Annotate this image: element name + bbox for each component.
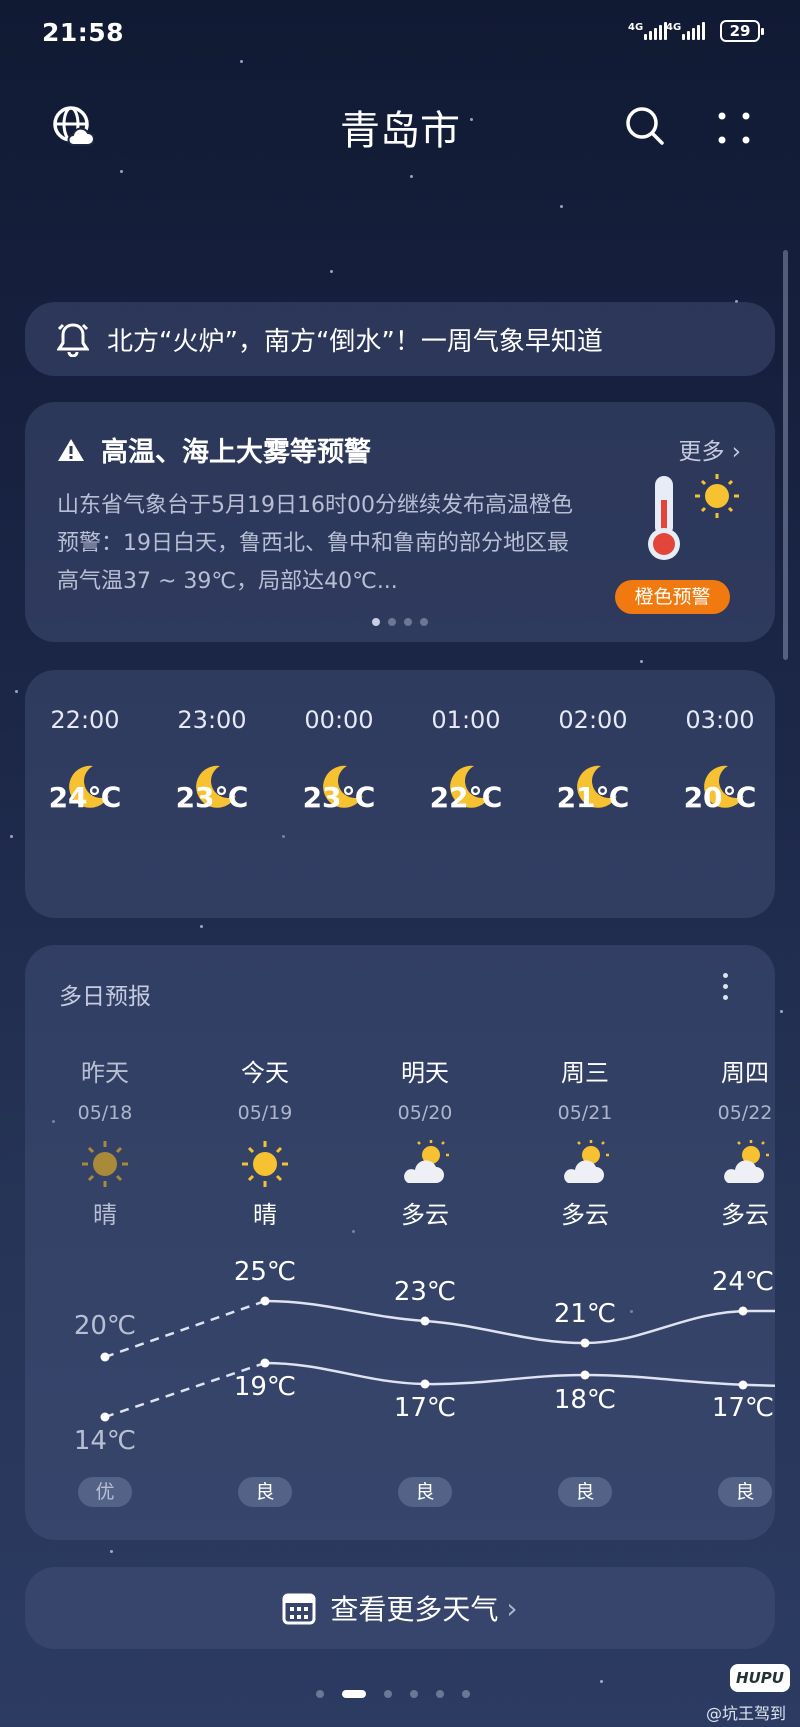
hour-temp: 21℃ bbox=[556, 781, 630, 814]
hour-item: 01:00 bbox=[431, 706, 501, 734]
hourly-forecast[interactable]: 22:00 23:00 00:00 01:00 02:00 03:00 24℃ … bbox=[25, 670, 775, 918]
aqi-badge: 良 bbox=[558, 1477, 612, 1507]
hour-item: 03:00 bbox=[685, 706, 755, 734]
hour-temp: 24℃ bbox=[48, 781, 122, 814]
alert-level-badge: 橙色预警 bbox=[615, 580, 730, 614]
low-point bbox=[260, 1358, 270, 1368]
low-temp: 17℃ bbox=[393, 1393, 457, 1423]
city-title[interactable]: 青岛市 bbox=[0, 98, 800, 156]
alert-body: 山东省气象台于5月19日16时00分继续发布高温橙色预警：19日白天，鲁西北、鲁… bbox=[57, 493, 573, 594]
hour-temp: 22℃ bbox=[429, 781, 503, 814]
low-temp: 18℃ bbox=[553, 1385, 617, 1415]
hupu-logo: HUPU bbox=[730, 1664, 790, 1692]
high-temp: 23℃ bbox=[393, 1277, 457, 1307]
signal-icon bbox=[682, 22, 705, 40]
alert-card[interactable]: 高温、海上大雾等预警 更多 › 山东省气象台于5月19日16时00分继续发布高温… bbox=[25, 402, 775, 642]
daily-forecast[interactable]: 多日预报 昨天 05/18 今天 05/19 明天 05/20 周三 05/21 周四 0… bbox=[25, 945, 775, 1540]
high-point bbox=[420, 1316, 430, 1326]
more-weather-button[interactable]: 查看更多天气 › bbox=[25, 1567, 775, 1649]
low-temp: 14℃ bbox=[73, 1426, 137, 1456]
low-point bbox=[100, 1412, 110, 1422]
high-point bbox=[738, 1306, 748, 1316]
more-weather-label: 查看更多天气 bbox=[330, 1593, 499, 1626]
high-temp: 20℃ bbox=[73, 1311, 137, 1341]
clock: 21:58 bbox=[42, 18, 125, 47]
aqi-badge: 良 bbox=[718, 1477, 772, 1507]
chevron-right-icon: › bbox=[506, 1591, 518, 1625]
battery-icon: 29 bbox=[720, 20, 764, 42]
network-type: 4G bbox=[628, 22, 644, 33]
search-icon[interactable] bbox=[625, 106, 665, 146]
aqi-badge: 良 bbox=[398, 1477, 452, 1507]
scrollbar[interactable] bbox=[783, 250, 788, 660]
network-type: 4G bbox=[666, 22, 682, 33]
high-point bbox=[100, 1352, 110, 1362]
alert-page-indicator bbox=[372, 618, 428, 626]
hour-temp: 20℃ bbox=[683, 781, 757, 814]
alert-more-link[interactable]: 更多 › bbox=[678, 432, 741, 466]
low-temp: 19℃ bbox=[233, 1372, 297, 1402]
warning-icon bbox=[58, 438, 84, 461]
bell-icon bbox=[57, 323, 89, 357]
low-temp: 17℃ bbox=[711, 1393, 775, 1423]
news-text: 北方“火炉”，南方“倒水”！一周气象早知道 bbox=[107, 326, 603, 357]
low-point bbox=[420, 1379, 430, 1389]
aqi-badge: 优 bbox=[78, 1477, 132, 1507]
page-indicator[interactable] bbox=[316, 1690, 470, 1698]
hour-temp: 23℃ bbox=[175, 781, 249, 814]
hour-item: 02:00 bbox=[558, 706, 628, 734]
hour-item: 22:00 bbox=[50, 706, 120, 734]
aqi-badge: 良 bbox=[238, 1477, 292, 1507]
high-point bbox=[260, 1296, 270, 1306]
low-point bbox=[738, 1380, 748, 1390]
alert-title: 高温、海上大雾等预警 bbox=[101, 437, 371, 468]
thermometer-sun-icon bbox=[635, 470, 745, 565]
status-bar: 21:58 4G 4G 29 bbox=[40, 16, 764, 48]
signal-icon bbox=[644, 22, 667, 40]
more-icon[interactable] bbox=[714, 108, 754, 148]
news-banner[interactable]: 北方“火炉”，南方“倒水”！一周气象早知道 bbox=[25, 302, 775, 376]
high-point bbox=[580, 1338, 590, 1348]
low-point bbox=[580, 1370, 590, 1380]
high-temp: 25℃ bbox=[233, 1257, 297, 1287]
hour-item: 23:00 bbox=[177, 706, 247, 734]
hour-temp: 23℃ bbox=[302, 781, 376, 814]
calendar-icon bbox=[282, 1593, 316, 1625]
chevron-right-icon: › bbox=[731, 439, 741, 465]
watermark-text: @坑王驾到 bbox=[706, 1704, 787, 1723]
high-temp: 24℃ bbox=[711, 1267, 775, 1297]
hour-item: 00:00 bbox=[304, 706, 374, 734]
high-temp: 21℃ bbox=[553, 1299, 617, 1329]
